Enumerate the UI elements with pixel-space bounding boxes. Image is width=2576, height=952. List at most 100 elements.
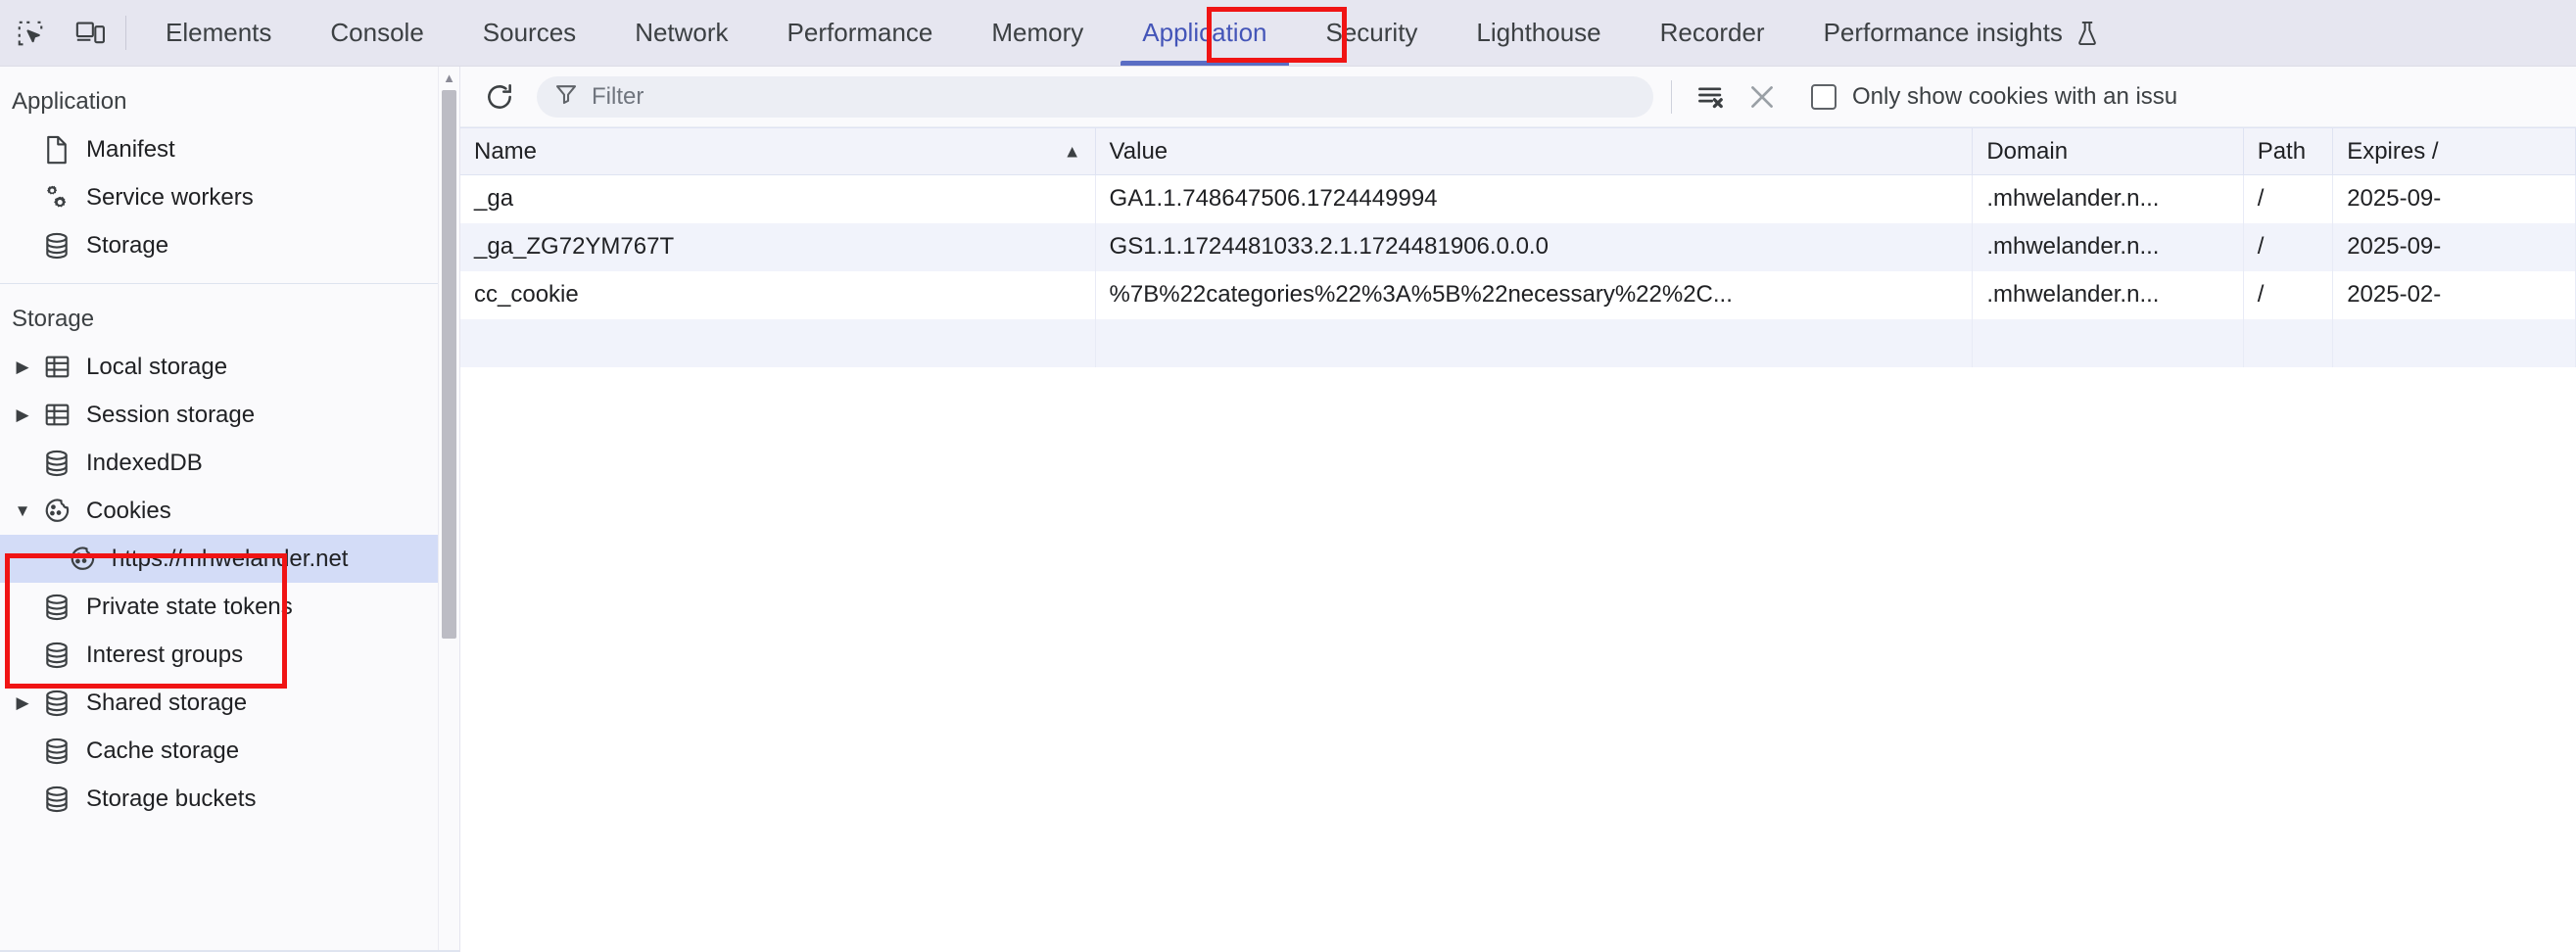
tab-application[interactable]: Application <box>1113 0 1296 66</box>
cookies-panel: Only show cookies with an issu Name ▲ Va… <box>460 67 2576 952</box>
column-header-expires[interactable]: Expires / <box>2332 127 2576 175</box>
database-icon <box>37 594 76 621</box>
sidebar-item-label: Cookies <box>86 497 171 524</box>
column-header-label: Name <box>474 137 538 165</box>
sidebar-item-local-storage[interactable]: ▶ Local storage <box>0 343 459 391</box>
tab-lighthouse[interactable]: Lighthouse <box>1447 0 1630 66</box>
database-icon <box>37 785 76 813</box>
devtools-window: Elements Console Sources Network Perform… <box>0 0 2576 952</box>
table-row[interactable]: _ga_ZG72YM767T GS1.1.1724481033.2.1.1724… <box>460 222 2576 271</box>
sidebar-item-storage-buckets[interactable]: Storage buckets <box>0 775 459 823</box>
sidebar-item-indexeddb[interactable]: IndexedDB <box>0 439 459 487</box>
database-icon <box>37 642 76 669</box>
sidebar-item-manifest[interactable]: Manifest <box>0 125 459 173</box>
chevron-right-icon[interactable]: ▶ <box>8 405 37 425</box>
cell-name: _ga_ZG72YM767T <box>460 222 1096 271</box>
tab-label: Network <box>635 18 729 47</box>
tab-label: Memory <box>991 18 1084 47</box>
filler-cell <box>460 318 1096 367</box>
sidebar-item-cookies[interactable]: ▼ Cookies <box>0 487 459 535</box>
filter-box[interactable] <box>537 75 1653 118</box>
only-show-issues-checkbox[interactable] <box>1811 83 1837 110</box>
sidebar-item-label: Shared storage <box>86 689 248 716</box>
tab-performance[interactable]: Performance <box>758 0 963 66</box>
cell-value: GS1.1.1724481033.2.1.1724481906.0.0.0 <box>1095 222 1974 271</box>
sidebar-item-label: Local storage <box>86 353 228 380</box>
chevron-right-icon[interactable]: ▶ <box>8 693 37 713</box>
tab-memory[interactable]: Memory <box>962 0 1113 66</box>
cookies-toolbar: Only show cookies with an issu <box>460 67 2576 127</box>
filter-funnel-icon <box>554 82 578 111</box>
sidebar-scrollbar[interactable]: ▲ <box>438 67 459 952</box>
cell-value: %7B%22categories%22%3A%5B%22necessary%22… <box>1095 270 1974 319</box>
refresh-icon[interactable] <box>474 75 525 119</box>
inspect-element-icon[interactable] <box>0 0 61 66</box>
only-show-issues-label: Only show cookies with an issu <box>1852 82 2178 110</box>
tab-label: Recorder <box>1659 18 1765 47</box>
tab-label: Lighthouse <box>1476 18 1601 47</box>
tab-recorder[interactable]: Recorder <box>1631 0 1794 66</box>
cell-path: / <box>2243 174 2334 223</box>
sidebar-item-cache-storage[interactable]: Cache storage <box>0 727 459 775</box>
sidebar-item-label: Service workers <box>86 183 254 211</box>
cookie-icon <box>63 546 102 573</box>
database-icon <box>37 232 76 260</box>
cell-domain: .mhwelander.n... <box>1972 174 2244 223</box>
sidebar-item-session-storage[interactable]: ▶ Session storage <box>0 391 459 439</box>
tab-label: Sources <box>482 18 577 47</box>
gears-icon <box>37 183 76 213</box>
devtools-tabbar: Elements Console Sources Network Perform… <box>0 0 2576 67</box>
sidebar-item-shared-storage[interactable]: ▶ Shared storage <box>0 679 459 727</box>
scrollbar-thumb[interactable] <box>442 90 456 639</box>
column-header-path[interactable]: Path <box>2243 127 2334 175</box>
cookies-table: Name ▲ Value Domain Path Expires / _ga G… <box>460 127 2576 367</box>
tab-label: Elements <box>166 18 272 47</box>
table-filler-row <box>460 318 2576 367</box>
sidebar-item-interest-groups[interactable]: Interest groups <box>0 631 459 679</box>
column-header-label: Domain <box>1986 137 2069 165</box>
close-icon[interactable] <box>1737 75 1788 119</box>
table-header: Name ▲ Value Domain Path Expires / <box>460 127 2576 175</box>
sidebar-section-application-title: Application <box>12 88 127 115</box>
table-row[interactable]: _ga GA1.1.748647506.1724449994 .mhweland… <box>460 174 2576 223</box>
table-row[interactable]: cc_cookie %7B%22categories%22%3A%5B%22ne… <box>460 270 2576 319</box>
column-header-value[interactable]: Value <box>1095 127 1974 175</box>
tab-elements[interactable]: Elements <box>136 0 301 66</box>
panel-tabs: Elements Console Sources Network Perform… <box>136 0 2127 66</box>
sidebar-item-label: Private state tokens <box>86 593 293 620</box>
sidebar-item-service-workers[interactable]: Service workers <box>0 173 459 221</box>
filter-input[interactable] <box>592 82 1636 111</box>
database-icon <box>37 450 76 477</box>
filler-cell <box>1972 318 2244 367</box>
table-icon <box>37 402 76 428</box>
sidebar-item-label: Interest groups <box>86 641 244 668</box>
experiment-flask-icon <box>2076 21 2098 46</box>
device-toolbar-icon[interactable] <box>61 0 121 66</box>
sidebar-item-label: Session storage <box>86 401 256 428</box>
sidebar-item-cookie-origin[interactable]: https://mhwelander.net <box>0 535 459 583</box>
chevron-right-icon[interactable]: ▶ <box>8 357 37 377</box>
sidebar-item-private-state-tokens[interactable]: Private state tokens <box>0 583 459 631</box>
sidebar-item-storage[interactable]: Storage <box>0 221 459 269</box>
sidebar-item-label: Storage <box>86 231 169 259</box>
column-header-domain[interactable]: Domain <box>1972 127 2244 175</box>
scroll-up-arrow-icon[interactable]: ▲ <box>439 67 459 88</box>
tab-performance-insights[interactable]: Performance insights <box>1794 0 2127 66</box>
tab-sources[interactable]: Sources <box>453 0 605 66</box>
only-show-issues-row[interactable]: Only show cookies with an issu <box>1811 83 2177 111</box>
cell-expires: 2025-02- <box>2332 270 2576 319</box>
tab-label: Console <box>330 18 424 47</box>
tab-console[interactable]: Console <box>301 0 453 66</box>
application-sidebar: Application Manifest Service workers Sto… <box>0 67 460 952</box>
sidebar-item-label: https://mhwelander.net <box>112 545 349 572</box>
cookies-table-wrap: Name ▲ Value Domain Path Expires / _ga G… <box>460 127 2576 952</box>
clear-all-cookies-icon[interactable] <box>1686 75 1737 119</box>
chevron-down-icon[interactable]: ▼ <box>8 501 37 521</box>
sidebar-section-storage-title: Storage <box>12 306 95 332</box>
column-header-label: Value <box>1109 137 1169 165</box>
tab-security[interactable]: Security <box>1297 0 1448 66</box>
database-icon <box>37 738 76 765</box>
column-header-name[interactable]: Name ▲ <box>460 127 1096 175</box>
cell-domain: .mhwelander.n... <box>1972 222 2244 271</box>
tab-network[interactable]: Network <box>605 0 757 66</box>
